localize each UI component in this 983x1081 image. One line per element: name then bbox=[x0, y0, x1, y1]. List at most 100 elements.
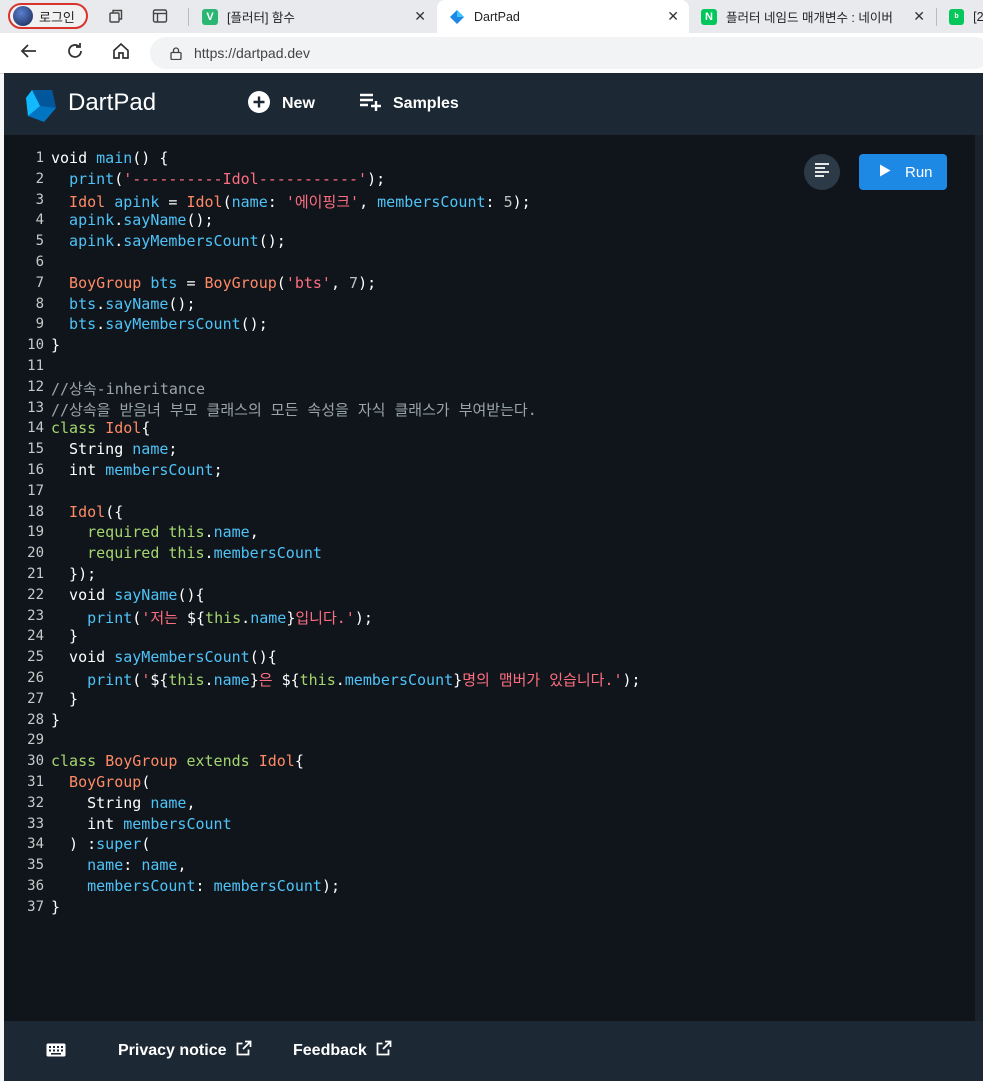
samples-button[interactable]: Samples bbox=[359, 91, 459, 117]
code-token: , bbox=[249, 523, 259, 542]
code-token: ( bbox=[141, 835, 151, 854]
new-button[interactable]: New bbox=[248, 90, 315, 117]
code-line[interactable]: class Idol{ bbox=[51, 419, 150, 437]
keyboard-icon[interactable] bbox=[46, 1043, 66, 1057]
code-line[interactable]: //상속을 받음녀 부모 클래스의 모든 속성을 자식 클래스가 부여받는다. bbox=[51, 399, 537, 420]
url-field[interactable]: https://dartpad.dev bbox=[150, 37, 983, 69]
code-line[interactable]: bts.sayName(); bbox=[51, 295, 195, 313]
code-line[interactable]: name: name, bbox=[51, 856, 186, 874]
tab-0[interactable]: V [플러터] 함수 ✕ bbox=[190, 0, 436, 33]
code-line[interactable]: required this.name, bbox=[51, 523, 259, 541]
editor-scroll-gutter[interactable] bbox=[975, 135, 983, 1021]
code-token: membersCount bbox=[105, 461, 214, 479]
workspaces-icon[interactable] bbox=[108, 8, 124, 24]
code-line[interactable]: } bbox=[51, 898, 60, 916]
code-line[interactable]: class BoyGroup extends Idol{ bbox=[51, 752, 304, 770]
code-token: membersCount bbox=[213, 877, 322, 895]
code-line[interactable]: print('저는 ${this.name}입니다.'); bbox=[51, 607, 373, 628]
code-line[interactable]: apink.sayMembersCount(); bbox=[51, 232, 286, 250]
code-token: membersCount bbox=[377, 192, 486, 211]
code-token: name bbox=[231, 192, 268, 211]
tab-title: [2 bbox=[973, 9, 983, 24]
code-line[interactable]: Idol({ bbox=[51, 503, 123, 521]
code-line[interactable]: BoyGroup bts = BoyGroup('bts', 7); bbox=[51, 274, 376, 292]
line-number: 3 bbox=[35, 191, 44, 208]
code-token: required this bbox=[51, 523, 205, 542]
code-line[interactable]: required this.membersCount bbox=[51, 544, 322, 562]
back-arrow-icon[interactable] bbox=[17, 41, 41, 65]
code-line[interactable]: BoyGroup( bbox=[51, 773, 150, 791]
code-token: , bbox=[186, 793, 196, 812]
code-line[interactable]: String name, bbox=[51, 793, 196, 812]
code-line[interactable]: int membersCount; bbox=[51, 461, 223, 479]
code-line[interactable]: Idol apink = Idol(name: '에이핑크', membersC… bbox=[51, 191, 531, 212]
code-token: main bbox=[96, 149, 133, 167]
code-token: , bbox=[330, 273, 350, 292]
code-token: String bbox=[51, 793, 151, 812]
privacy-notice-link[interactable]: Privacy notice bbox=[118, 1040, 252, 1061]
code-line[interactable]: } bbox=[51, 627, 78, 645]
code-token: , bbox=[177, 856, 187, 875]
tab-1[interactable]: DartPad ✕ bbox=[437, 0, 689, 33]
code-token: . bbox=[335, 671, 345, 689]
code-line[interactable]: membersCount: membersCount); bbox=[51, 877, 340, 895]
code-line[interactable]: void sayName(){ bbox=[51, 585, 205, 604]
format-button[interactable] bbox=[804, 154, 840, 190]
code-line[interactable]: String name; bbox=[51, 440, 177, 458]
url-text: https://dartpad.dev bbox=[194, 45, 310, 61]
line-number: 36 bbox=[27, 878, 44, 894]
feedback-link[interactable]: Feedback bbox=[293, 1040, 392, 1061]
code-token: ; bbox=[213, 461, 223, 479]
code-token: name bbox=[141, 856, 178, 875]
code-token: '에이핑크' bbox=[285, 192, 360, 211]
code-token: print bbox=[87, 671, 133, 689]
code-token: sayMembersCount bbox=[114, 648, 250, 667]
code-token: class bbox=[51, 419, 106, 438]
code-token: name bbox=[132, 440, 169, 459]
code-token: = bbox=[159, 192, 187, 211]
code-line[interactable]: int membersCount bbox=[51, 815, 232, 833]
code-token: : bbox=[123, 856, 142, 875]
code-token: { bbox=[141, 419, 151, 438]
code-line[interactable]: } bbox=[51, 711, 60, 729]
code-line[interactable]: }); bbox=[51, 565, 96, 583]
tab-3[interactable]: b [2 bbox=[937, 0, 983, 33]
profile-button[interactable]: 로그인 bbox=[8, 3, 88, 29]
code-editor[interactable]: 1 void main() {2 print('----------Idol---… bbox=[4, 135, 975, 1021]
code-token: //상속을 받음녀 부모 클래스의 모든 속성을 자식 클래스가 부여받는다. bbox=[51, 400, 537, 419]
line-number: 14 bbox=[27, 420, 44, 437]
lock-icon[interactable] bbox=[170, 46, 182, 60]
close-icon[interactable]: ✕ bbox=[414, 9, 426, 23]
home-icon[interactable] bbox=[109, 41, 133, 65]
tab-2[interactable]: N 플러터 네임드 매개변수 : 네이버 ✕ bbox=[689, 0, 935, 33]
code-token: } bbox=[249, 671, 259, 689]
code-line[interactable]: void main() { bbox=[51, 149, 168, 167]
code-line[interactable]: } bbox=[51, 690, 78, 708]
code-line[interactable]: print('${this.name}은 ${this.membersCount… bbox=[51, 669, 640, 690]
code-token: (){ bbox=[177, 585, 205, 604]
code-line[interactable]: void sayMembersCount(){ bbox=[51, 648, 277, 666]
reload-icon[interactable] bbox=[63, 41, 87, 65]
code-token: print bbox=[87, 608, 133, 627]
code-token: . bbox=[204, 523, 214, 542]
play-icon bbox=[879, 164, 891, 181]
code-line[interactable]: print('----------Idol-----------'); bbox=[51, 170, 385, 188]
code-token: ); bbox=[367, 169, 386, 188]
line-number: 10 bbox=[27, 337, 44, 354]
code-line[interactable]: apink.sayName(); bbox=[51, 211, 214, 229]
close-icon[interactable]: ✕ bbox=[913, 9, 925, 23]
code-token: membersCount bbox=[123, 814, 232, 833]
run-button[interactable]: Run bbox=[859, 154, 947, 190]
line-number: 29 bbox=[27, 732, 44, 749]
code-line[interactable]: ) :super( bbox=[51, 835, 150, 853]
code-token: ; bbox=[168, 440, 178, 459]
code-token: 5 bbox=[503, 192, 513, 211]
code-line[interactable]: } bbox=[51, 336, 60, 354]
close-icon[interactable]: ✕ bbox=[667, 9, 679, 23]
code-line[interactable]: //상속-inheritance bbox=[51, 378, 205, 399]
tab-actions-icon[interactable] bbox=[152, 8, 168, 24]
code-line[interactable]: bts.sayMembersCount(); bbox=[51, 315, 268, 333]
code-token: super bbox=[96, 835, 142, 854]
